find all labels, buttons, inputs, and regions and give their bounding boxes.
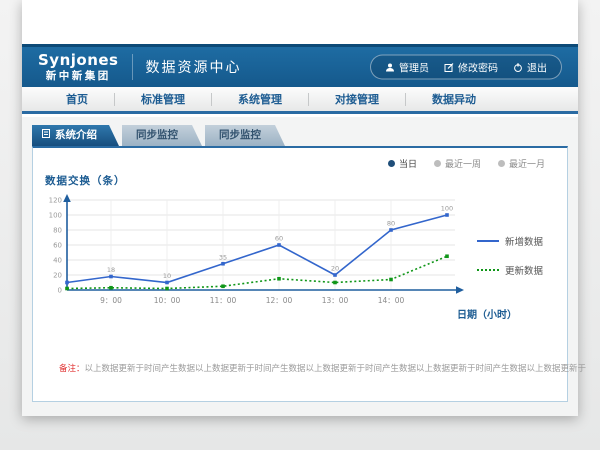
nav-item-standard-mgmt[interactable]: 标准管理 — [115, 91, 211, 107]
legend-item-updated-data: 更新数据 — [477, 263, 555, 277]
power-icon — [513, 62, 523, 72]
svg-text:35: 35 — [219, 253, 227, 261]
radio-last-month[interactable]: 最近一月 — [498, 157, 545, 170]
legend-label: 新增数据 — [505, 234, 543, 248]
current-user-button[interactable]: 管理员 — [385, 60, 429, 75]
svg-text:10：00: 10：00 — [154, 296, 181, 305]
svg-text:60: 60 — [275, 235, 283, 243]
radio-today[interactable]: 当日 — [388, 157, 417, 170]
footnote-text: 以上数据更新于时间产生数据以上数据更新于时间产生数据以上数据更新于时间产生数据以… — [85, 364, 587, 374]
tab-sync-monitor-1[interactable]: 同步监控 — [122, 125, 202, 146]
edit-icon — [444, 62, 454, 72]
svg-text:20: 20 — [53, 272, 62, 280]
svg-text:18: 18 — [107, 266, 115, 274]
company-logo: Synjones 新中新集团 — [38, 52, 119, 81]
svg-text:10: 10 — [163, 272, 171, 280]
nav-item-data-change[interactable]: 数据异动 — [406, 91, 502, 107]
logo-text-en: Synjones — [38, 52, 119, 69]
content-area: 系统介绍 同步监控 同步监控 当日 最近一周 — [22, 117, 578, 416]
svg-text:120: 120 — [49, 197, 62, 205]
header-actions: 管理员 修改密码 退出 — [370, 55, 562, 80]
change-password-button[interactable]: 修改密码 — [444, 60, 498, 75]
svg-text:60: 60 — [53, 242, 62, 250]
logo-text-cn: 新中新集团 — [38, 70, 119, 82]
footnote-prefix: 备注： — [59, 364, 85, 374]
radio-label: 当日 — [399, 157, 417, 170]
app-header: Synjones 新中新集团 数据资源中心 管理员 修改密码 — [22, 44, 578, 87]
svg-text:14：00: 14：00 — [378, 296, 405, 305]
svg-text:13：00: 13：00 — [322, 296, 349, 305]
change-password-label: 修改密码 — [458, 60, 498, 75]
page-title: 数据资源中心 — [146, 57, 242, 77]
tab-bar: 系统介绍 同步监控 同步监控 — [32, 125, 288, 146]
tab-sync-monitor-2[interactable]: 同步监控 — [205, 125, 285, 146]
svg-text:100: 100 — [441, 205, 453, 213]
logout-button[interactable]: 退出 — [513, 60, 547, 75]
nav-item-home[interactable]: 首页 — [40, 91, 114, 107]
main-nav: 首页 标准管理 系统管理 对接管理 数据异动 — [22, 87, 578, 114]
radio-label: 最近一周 — [445, 157, 481, 170]
browser-page: Synjones 新中新集团 数据资源中心 管理员 修改密码 — [22, 0, 578, 416]
user-icon — [385, 62, 395, 72]
svg-text:40: 40 — [53, 257, 62, 265]
svg-text:0: 0 — [58, 287, 62, 295]
radio-last-week[interactable]: 最近一周 — [434, 157, 481, 170]
header-divider — [132, 54, 133, 80]
nav-item-system-mgmt[interactable]: 系统管理 — [212, 91, 308, 107]
svg-text:20: 20 — [331, 265, 339, 273]
svg-text:100: 100 — [49, 212, 62, 220]
nav-item-interface-mgmt[interactable]: 对接管理 — [309, 91, 405, 107]
svg-text:9：00: 9：00 — [100, 296, 122, 305]
solid-line-icon — [477, 240, 499, 242]
dotted-line-icon — [477, 269, 499, 271]
period-filter-group: 当日 最近一周 最近一月 — [388, 157, 545, 170]
radio-dot-icon — [388, 160, 395, 167]
y-axis-title: 数据交换（条） — [45, 173, 126, 188]
radio-dot-icon — [498, 160, 505, 167]
line-chart-svg: 0 20 40 60 80 100 120 9：00 10：00 11：00 12：00 13：00 1… — [47, 190, 477, 316]
radio-label: 最近一月 — [509, 157, 545, 170]
svg-text:11：00: 11：00 — [210, 296, 237, 305]
svg-text:80: 80 — [53, 227, 62, 235]
chart-legend: 新增数据 更新数据 — [477, 234, 555, 277]
top-white-strip — [22, 0, 578, 44]
svg-text:80: 80 — [387, 220, 395, 228]
svg-text:12：00: 12：00 — [266, 296, 293, 305]
document-icon — [42, 125, 50, 146]
screenshot-stage: Synjones 新中新集团 数据资源中心 管理员 修改密码 — [0, 0, 600, 450]
logout-label: 退出 — [527, 60, 547, 75]
radio-dot-icon — [434, 160, 441, 167]
x-axis-title: 日期（小时） — [457, 306, 517, 321]
legend-item-new-data: 新增数据 — [477, 234, 555, 248]
tab-system-intro[interactable]: 系统介绍 — [32, 125, 119, 146]
current-user-label: 管理员 — [399, 60, 429, 75]
tab-label: 系统介绍 — [55, 125, 97, 146]
legend-label: 更新数据 — [505, 263, 543, 277]
chart-panel: 当日 最近一周 最近一月 数据交换（条） 0 20 40 60 80 100 120 9：00… — [32, 146, 568, 402]
footnote: 备注：以上数据更新于时间产生数据以上数据更新于时间产生数据以上数据更新于时间产生… — [59, 362, 557, 374]
